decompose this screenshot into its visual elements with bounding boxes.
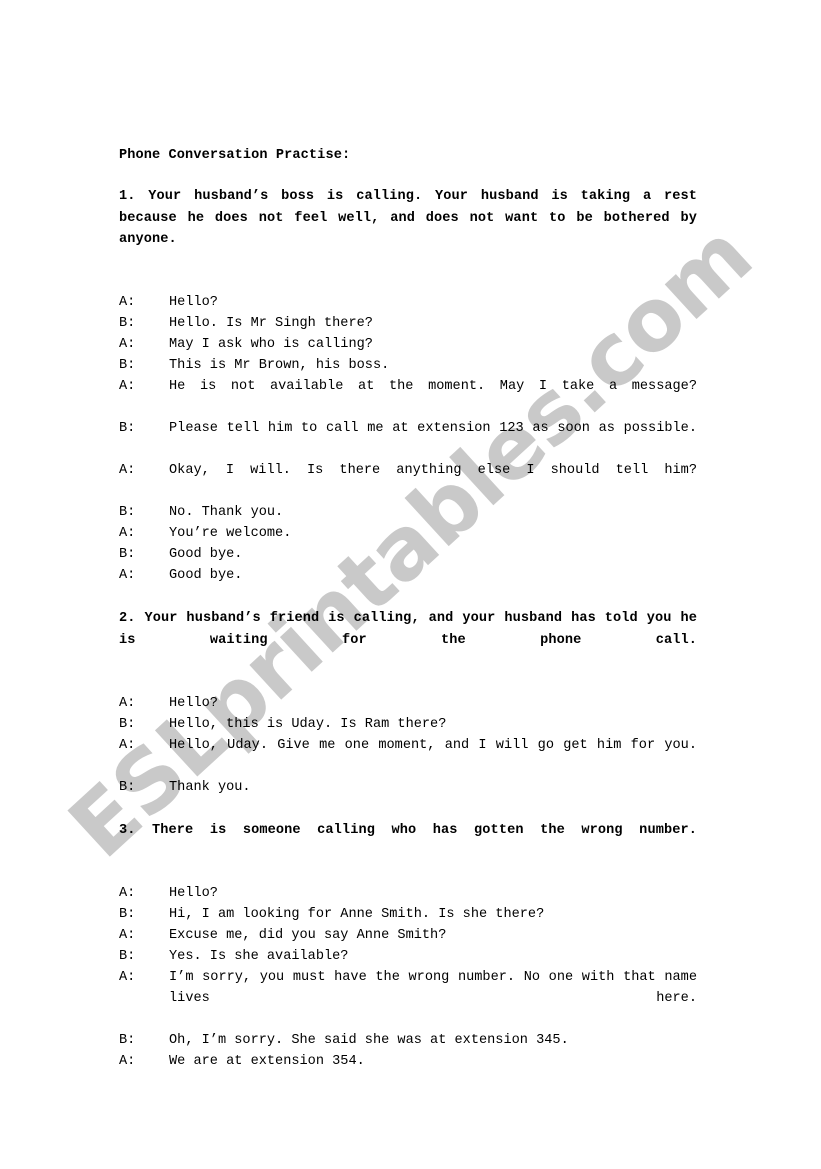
speaker-label: B: <box>119 906 136 922</box>
section-heading-1: 1. Your husband’s boss is calling. Your … <box>119 189 697 247</box>
dialogue-line: B: Yes. Is she available? <box>119 946 697 967</box>
dialogue-line: A: Hello, Uday. Give me one moment, and … <box>119 735 697 777</box>
dialogue-text: We are at extension 354. <box>169 1053 365 1069</box>
dialogue-line: A: Hello? <box>119 883 697 904</box>
dialogue-line: A: May I ask who is calling? <box>119 334 697 355</box>
section-heading-2: 2. Your husband’s friend is calling, and… <box>119 611 697 648</box>
dialogue-line: B: No. Thank you. <box>119 502 697 523</box>
speaker-label: A: <box>119 568 136 583</box>
dialogue-text: May I ask who is calling? <box>169 337 373 352</box>
speaker-label: B: <box>119 421 136 436</box>
speaker-label: B: <box>119 358 136 373</box>
dialogue-text: Hello. Is Mr Singh there? <box>169 316 373 331</box>
dialogue-line: A: We are at extension 354. <box>119 1051 697 1072</box>
dialogue-3: A: Hello? B: Hi, I am looking for Anne S… <box>119 883 697 1072</box>
dialogue-line: B: Hello, this is Uday. Is Ram there? <box>119 714 697 735</box>
speaker-label: B: <box>119 1032 136 1048</box>
dialogue-text: No. Thank you. <box>169 505 284 520</box>
dialogue-text: Hello, this is Uday. Is Ram there? <box>169 716 447 732</box>
speaker-label: B: <box>119 547 136 562</box>
dialogue-text: Oh, I’m sorry. She said she was at exten… <box>169 1032 569 1048</box>
dialogue-text: I’m sorry, you must have the wrong numbe… <box>169 969 706 1006</box>
speaker-label: A: <box>119 526 136 541</box>
speaker-label: A: <box>119 1053 136 1069</box>
dialogue-text: This is Mr Brown, his boss. <box>169 358 390 373</box>
speaker-label: A: <box>119 885 136 901</box>
dialogue-line: A: Okay, I will. Is there anything else … <box>119 460 697 502</box>
dialogue-line: A: Hello? <box>119 292 697 313</box>
speaker-label: B: <box>119 948 136 964</box>
speaker-label: A: <box>119 737 136 753</box>
dialogue-text: Okay, I will. Is there anything else I s… <box>169 463 697 478</box>
speaker-label: B: <box>119 505 136 520</box>
dialogue-line: B: This is Mr Brown, his boss. <box>119 355 697 376</box>
dialogue-line: A: I’m sorry, you must have the wrong nu… <box>119 967 697 1030</box>
dialogue-text: Good bye. <box>169 568 243 583</box>
dialogue-text: Hello, Uday. Give me one moment, and I w… <box>169 737 697 753</box>
page-title: Phone Conversation Practise: <box>119 148 351 163</box>
dialogue-line: A: He is not available at the moment. Ma… <box>119 376 697 418</box>
speaker-label: A: <box>119 337 136 352</box>
speaker-label: A: <box>119 295 136 310</box>
dialogue-line: B: Please tell him to call me at extensi… <box>119 418 697 460</box>
speaker-label: A: <box>119 463 136 478</box>
worksheet-page: ESLprintables.com Phone Conversation Pra… <box>0 0 821 1169</box>
dialogue-line: B: Hello. Is Mr Singh there? <box>119 313 697 334</box>
dialogue-text: Good bye. <box>169 547 243 562</box>
dialogue-line: A: Good bye. <box>119 565 697 586</box>
dialogue-line: B: Hi, I am looking for Anne Smith. Is s… <box>119 904 697 925</box>
speaker-label: B: <box>119 316 136 331</box>
dialogue-text: Hello? <box>169 295 218 310</box>
dialogue-line: A: You’re welcome. <box>119 523 697 544</box>
dialogue-line: A: Excuse me, did you say Anne Smith? <box>119 925 697 946</box>
dialogue-line: B: Oh, I’m sorry. She said she was at ex… <box>119 1030 697 1051</box>
dialogue-text: You’re welcome. <box>169 526 292 541</box>
dialogue-text: He is not available at the moment. May I… <box>169 379 697 394</box>
speaker-label: A: <box>119 927 136 943</box>
dialogue-2: A: Hello? B: Hello, this is Uday. Is Ram… <box>119 693 697 798</box>
dialogue-text: Hello? <box>169 695 218 711</box>
dialogue-line: B: Good bye. <box>119 544 697 565</box>
dialogue-1: A: Hello? B: Hello. Is Mr Singh there? A… <box>119 292 697 586</box>
dialogue-text: Please tell him to call me at extension … <box>169 421 697 436</box>
speaker-label: B: <box>119 779 136 795</box>
dialogue-text: Hi, I am looking for Anne Smith. Is she … <box>169 906 545 922</box>
speaker-label: A: <box>119 379 136 394</box>
dialogue-line: A: Hello? <box>119 693 697 714</box>
speaker-label: A: <box>119 695 136 711</box>
speaker-label: A: <box>119 969 136 985</box>
dialogue-text: Hello? <box>169 885 218 901</box>
section-heading-3: 3. There is someone calling who has gott… <box>119 822 697 838</box>
speaker-label: B: <box>119 716 136 732</box>
dialogue-text: Excuse me, did you say Anne Smith? <box>169 927 447 943</box>
dialogue-text: Yes. Is she available? <box>169 948 349 964</box>
dialogue-text: Thank you. <box>169 779 251 795</box>
document-body: Phone Conversation Practise: 1. Your hus… <box>119 145 697 1072</box>
dialogue-line: B: Thank you. <box>119 777 697 798</box>
